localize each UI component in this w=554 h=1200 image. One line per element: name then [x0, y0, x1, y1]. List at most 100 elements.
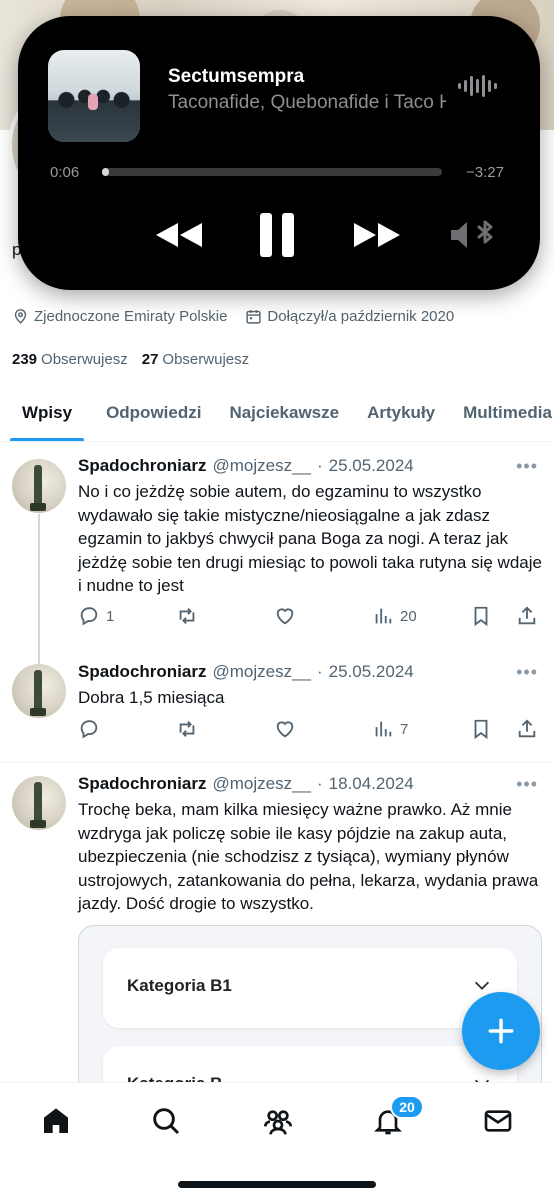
followers-link[interactable]: 27 Obserwujesz [142, 351, 249, 368]
speaker-bluetooth-icon [451, 220, 493, 248]
communities-icon [264, 1110, 292, 1135]
following-link[interactable]: 239 Obserwujesz [12, 351, 128, 368]
separator: · [316, 774, 323, 793]
share-button[interactable] [516, 605, 538, 627]
views-count: 7 [400, 720, 409, 738]
bookmark-icon [474, 719, 488, 740]
location-pin-icon [14, 309, 27, 324]
divider [0, 762, 554, 763]
pause-button[interactable] [254, 210, 300, 260]
post-date[interactable]: 18.04.2024 [329, 774, 414, 794]
post-actions: 7 [78, 718, 544, 746]
post-text: No i co jeżdżę sobie autem, do egzaminu … [78, 482, 542, 595]
more-options-icon[interactable]: ••• [516, 456, 538, 477]
location: Zjednoczone Emiraty Polskie [12, 308, 227, 325]
track-artist: Taconafide, Quebonafide i Taco Hemingway [168, 92, 446, 113]
views-button[interactable]: 20 [372, 605, 417, 627]
repost-icon [179, 721, 195, 737]
tab-highlights[interactable]: Najciekawsze [217, 384, 351, 441]
author-handle[interactable]: @mojzesz__ [212, 774, 311, 794]
accordion-item-b1[interactable]: Kategoria B1 [103, 948, 517, 1028]
nav-home[interactable] [36, 1101, 76, 1141]
bookmark-button[interactable] [470, 718, 492, 740]
progress-bar[interactable] [102, 168, 442, 176]
analytics-icon [375, 721, 392, 737]
rewind-button[interactable] [152, 214, 206, 256]
post-actions: 1 20 [78, 605, 544, 633]
views-button[interactable]: 7 [372, 718, 408, 740]
like-button[interactable] [274, 605, 296, 627]
pause-icon [260, 213, 294, 257]
author-name[interactable]: Spadochroniarz [78, 456, 206, 476]
post-date[interactable]: 25.05.2024 [329, 456, 414, 476]
elapsed-time: 0:06 [50, 164, 80, 181]
share-icon [518, 606, 536, 625]
fast-forward-icon [354, 223, 400, 247]
album-art[interactable] [48, 50, 140, 142]
post-header: Spadochroniarz @mojzesz__ · 25.05.2024 [78, 456, 414, 476]
nav-communities[interactable] [258, 1101, 298, 1141]
separator: · [316, 456, 323, 475]
join-date: Dołączył/a październik 2020 [245, 308, 454, 325]
compose-button[interactable] [462, 992, 540, 1070]
waveform-icon [458, 75, 497, 97]
accordion-label: Kategoria B1 [127, 976, 232, 995]
mail-icon [484, 1110, 512, 1132]
author-name[interactable]: Spadochroniarz [78, 662, 206, 682]
post-text: Dobra 1,5 miesiąca [78, 688, 225, 707]
tab-replies[interactable]: Odpowiedzi [94, 384, 213, 441]
heart-icon [276, 721, 294, 738]
home-icon [44, 1108, 68, 1133]
post-date[interactable]: 25.05.2024 [329, 662, 414, 682]
now-playing-widget[interactable]: Sectumsempra Taconafide, Quebonafide i T… [18, 16, 540, 290]
progress-fill [102, 168, 109, 176]
profile-tabs: Wpisy Odpowiedzi Najciekawsze Artykuły M… [0, 384, 554, 442]
avatar[interactable] [12, 459, 66, 513]
post-header: Spadochroniarz @mojzesz__ · 18.04.2024 [78, 774, 414, 794]
analytics-icon [375, 608, 392, 624]
search-icon [153, 1108, 180, 1135]
share-icon [518, 719, 536, 738]
tab-media[interactable]: Multimedia [451, 384, 554, 441]
repost-button[interactable] [176, 718, 198, 740]
bookmark-icon [474, 606, 488, 627]
fast-forward-button[interactable] [350, 214, 404, 256]
author-handle[interactable]: @mojzesz__ [212, 456, 311, 476]
tab-articles[interactable]: Artykuły [355, 384, 447, 441]
calendar-icon [246, 310, 262, 324]
more-options-icon[interactable]: ••• [516, 774, 538, 795]
reply-button[interactable]: 1 [78, 605, 114, 627]
plus-icon [488, 1018, 514, 1044]
more-options-icon[interactable]: ••• [516, 662, 538, 683]
reply-icon [80, 607, 98, 626]
reply-button[interactable] [78, 718, 106, 740]
nav-messages[interactable] [478, 1101, 518, 1141]
track-title: Sectumsempra [168, 66, 305, 87]
separator: · [316, 662, 323, 681]
audio-output-button[interactable] [448, 216, 500, 254]
avatar[interactable] [12, 664, 66, 718]
home-indicator[interactable] [178, 1181, 376, 1188]
reply-icon [80, 720, 98, 739]
repost-icon [179, 608, 195, 624]
share-button[interactable] [516, 718, 538, 740]
follow-stats: 239 Obserwujesz 27 Obserwujesz [12, 351, 249, 368]
avatar[interactable] [12, 776, 66, 830]
nav-search[interactable] [146, 1101, 186, 1141]
like-button[interactable] [274, 718, 296, 740]
remaining-time: −3:27 [466, 164, 504, 181]
bookmark-button[interactable] [470, 605, 492, 627]
post-header: Spadochroniarz @mojzesz__ · 25.05.2024 [78, 662, 414, 682]
post-text: Trochę beka, mam kilka miesięcy ważne pr… [78, 800, 539, 913]
join-date-text: Dołączył/a październik 2020 [267, 308, 455, 325]
repost-button[interactable] [176, 605, 198, 627]
notifications-badge: 20 [390, 1095, 424, 1119]
views-count: 20 [400, 607, 417, 625]
location-text: Zjednoczone Emiraty Polskie [34, 308, 228, 325]
tab-posts[interactable]: Wpisy [10, 384, 85, 441]
thread-line [38, 514, 40, 664]
reply-count: 1 [106, 607, 115, 625]
author-name[interactable]: Spadochroniarz [78, 774, 206, 794]
author-handle[interactable]: @mojzesz__ [212, 662, 311, 682]
profile-meta: Zjednoczone Emiraty Polskie Dołączył/a p… [12, 308, 454, 325]
